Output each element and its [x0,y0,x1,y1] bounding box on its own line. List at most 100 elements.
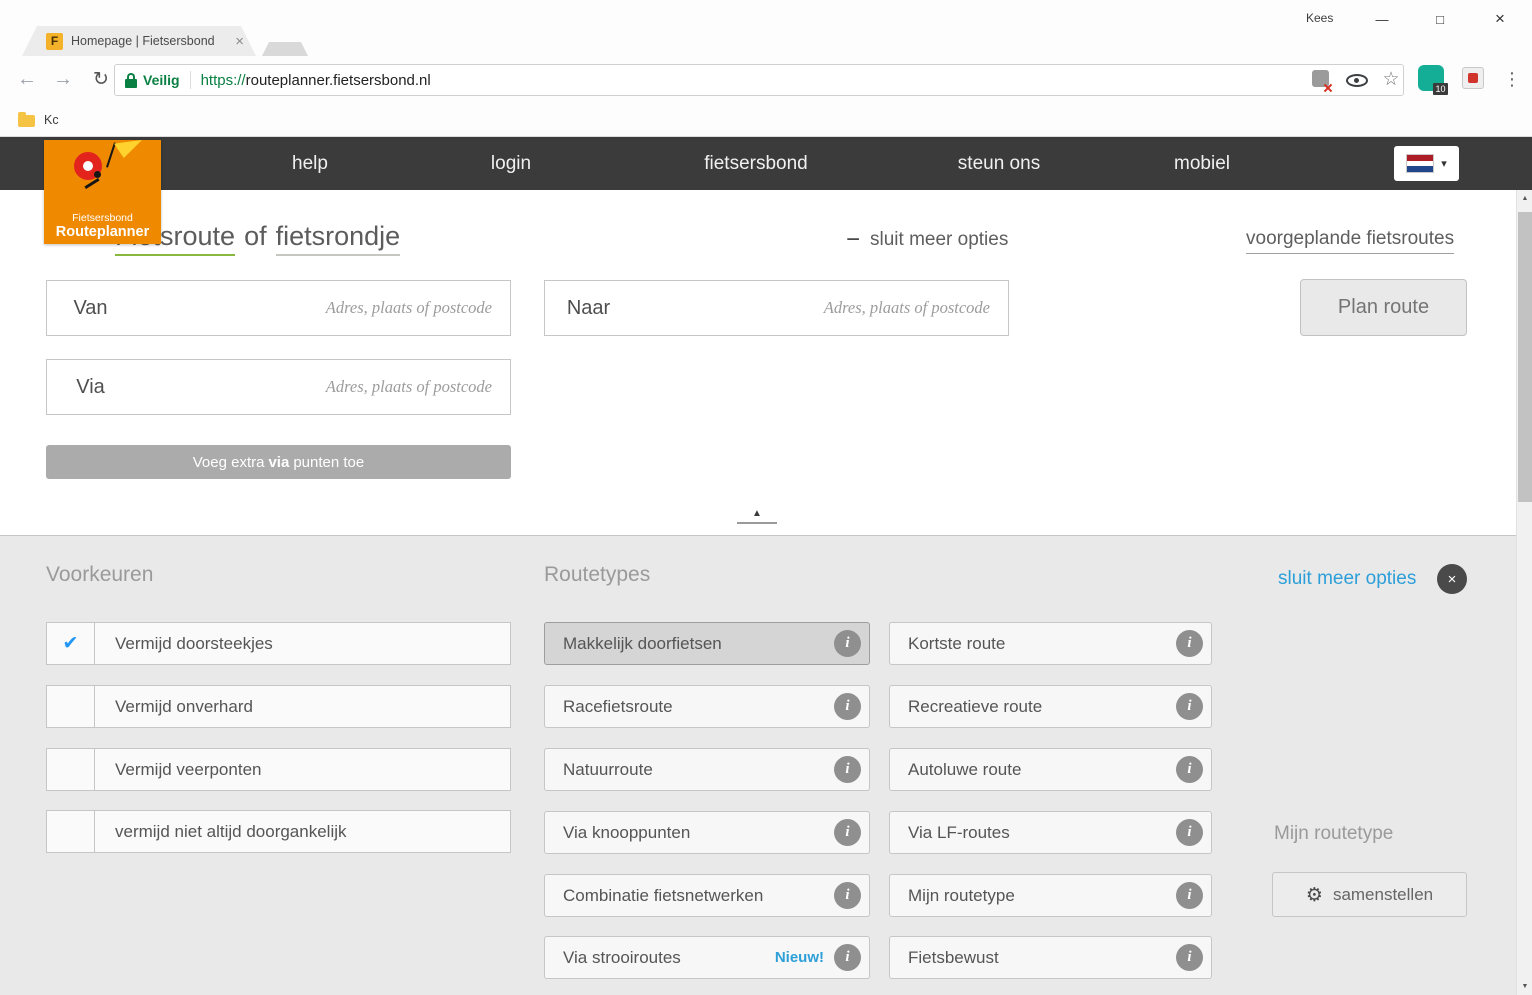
site-logo[interactable]: Fietsersbond Routeplanner [44,140,161,244]
site-nav: help login fietsersbond steun ons mobiel… [0,137,1532,190]
scrollbar-thumb[interactable] [1518,212,1532,502]
routetype-via-lf-routes[interactable]: Via LF-routes i [889,811,1212,854]
routetype-racefietsroute[interactable]: Racefietsroute i [544,685,870,728]
info-icon[interactable]: i [1176,693,1203,720]
extension-icon-2[interactable] [1462,67,1484,89]
close-icon[interactable]: × [1437,564,1467,594]
routetype-label: Mijn routetype [908,886,1176,906]
nav-item-help[interactable]: help [292,137,328,190]
url-text: https://routeplanner.fietsersbond.nl [201,72,431,89]
scroll-down-icon[interactable]: ▼ [1517,978,1532,995]
naar-label: Naar [544,280,633,336]
routetype-fietsbewust[interactable]: Fietsbewust i [889,936,1212,979]
checkbox-vermijd-veerponten[interactable] [46,748,95,791]
checkbox-vermijd-niet-doorgankelijk[interactable] [46,810,95,853]
info-icon[interactable]: i [834,693,861,720]
preplanned-routes-link[interactable]: voorgeplande fietsroutes [1246,228,1454,254]
van-label: Van [46,280,135,336]
padlock-icon[interactable] [125,73,137,88]
browser-menu-icon[interactable]: ⋮ [1498,62,1526,96]
back-button[interactable]: ← [10,62,44,96]
preference-label[interactable]: vermijd niet altijd doorgankelijk [94,810,511,853]
tab-title: Homepage | Fietsersbond [71,34,229,48]
preferences-title: Voorkeuren [46,563,153,587]
info-icon[interactable]: i [1176,944,1203,971]
info-icon[interactable]: i [1176,819,1203,846]
eye-icon[interactable] [1346,74,1368,87]
compose-label: samenstellen [1333,885,1433,905]
preference-label[interactable]: Vermijd veerponten [94,748,511,791]
collapse-panel-control[interactable]: ▲ [737,508,777,524]
info-icon[interactable]: i [1176,756,1203,783]
info-icon[interactable]: i [834,630,861,657]
plan-route-button[interactable]: Plan route [1300,279,1467,336]
minus-icon: − [846,232,860,248]
scroll-up-icon[interactable]: ▲ [1517,190,1532,207]
routetype-autoluwe-route[interactable]: Autoluwe route i [889,748,1212,791]
info-icon[interactable]: i [834,882,861,909]
routetype-combinatie-fietsnetwerken[interactable]: Combinatie fietsnetwerken i [544,874,870,917]
info-icon[interactable]: i [834,944,861,971]
routetype-label: Fietsbewust [908,948,1176,968]
bookmark-star-icon[interactable]: ☆ [1378,62,1404,96]
more-options-panel: Voorkeuren ✔ Vermijd doorsteekjes Vermij… [0,535,1532,995]
van-input[interactable] [134,280,511,336]
add-via-text-pre: Voeg extra [193,454,265,471]
logo-hub [94,171,101,178]
translate-icon[interactable] [1312,70,1329,87]
info-icon[interactable]: i [1176,630,1203,657]
preference-label[interactable]: Vermijd doorsteekjes [94,622,511,665]
close-more-options-top-label: sluit meer opties [870,229,1008,251]
forward-button[interactable]: → [46,62,80,96]
bookmark-item-kc[interactable]: Kc [44,113,59,127]
routetype-label: Via strooiroutes [563,948,775,968]
nav-item-mobiel[interactable]: mobiel [1174,137,1230,190]
nav-item-steun-ons[interactable]: steun ons [958,137,1040,190]
tab-favicon: F [46,33,63,50]
checkbox-vermijd-onverhard[interactable] [46,685,95,728]
info-icon[interactable]: i [1176,882,1203,909]
close-more-options-link[interactable]: sluit meer opties [1278,568,1416,590]
scrollbar[interactable]: ▲ ▼ [1516,190,1532,995]
routetype-via-knooppunten[interactable]: Via knooppunten i [544,811,870,854]
language-selector[interactable]: ▾ [1394,146,1459,181]
profile-name[interactable]: Kees [1306,11,1333,25]
preference-label[interactable]: Vermijd onverhard [94,685,511,728]
routetypes-title: Routetypes [544,563,650,587]
routetype-makkelijk-doorfietsen[interactable]: Makkelijk doorfietsen i [544,622,870,665]
heading-of: of [244,221,267,251]
browser-tab[interactable]: F Homepage | Fietsersbond × [22,26,256,56]
chevron-down-icon: ▾ [1441,157,1447,170]
reload-button[interactable]: ↻ [84,62,118,96]
close-window-button[interactable]: × [1482,6,1518,32]
url-scheme: https:// [201,72,246,89]
checkbox-vermijd-doorsteekjes[interactable]: ✔ [46,622,95,665]
logo-flag-pole [106,142,116,167]
nav-item-login[interactable]: login [491,137,531,190]
routetype-mijn-routetype[interactable]: Mijn routetype i [889,874,1212,917]
maximize-button[interactable]: □ [1422,6,1458,32]
compose-routetype-button[interactable]: ⚙ samenstellen [1272,872,1467,917]
routetype-label: Recreatieve route [908,697,1176,717]
new-tab-button[interactable] [262,42,308,56]
via-input[interactable] [134,359,511,415]
gear-icon: ⚙ [1306,884,1323,906]
info-icon[interactable]: i [834,819,861,846]
tab-close-icon[interactable]: × [235,33,244,50]
info-icon[interactable]: i [834,756,861,783]
routetype-recreatieve-route[interactable]: Recreatieve route i [889,685,1212,728]
routetype-natuurroute[interactable]: Natuurroute i [544,748,870,791]
link-fietsrondje[interactable]: fietsrondje [276,221,401,256]
routetype-kortste-route[interactable]: Kortste route i [889,622,1212,665]
security-label[interactable]: Veilig [143,72,180,88]
naar-input[interactable] [632,280,1009,336]
routetype-via-strooiroutes[interactable]: Via strooiroutes Nieuw! i [544,936,870,979]
nav-item-fietsersbond[interactable]: fietsersbond [704,137,808,190]
add-via-text-bold: via [268,454,289,471]
logo-flag-icon [114,140,142,158]
minimize-button[interactable]: — [1364,6,1400,32]
address-bar[interactable]: Veilig https://routeplanner.fietsersbond… [114,64,1404,96]
via-label: Via [46,359,135,415]
add-via-button[interactable]: Voeg extra via punten toe [46,445,511,479]
close-more-options-top-link[interactable]: − sluit meer opties [846,229,1008,251]
